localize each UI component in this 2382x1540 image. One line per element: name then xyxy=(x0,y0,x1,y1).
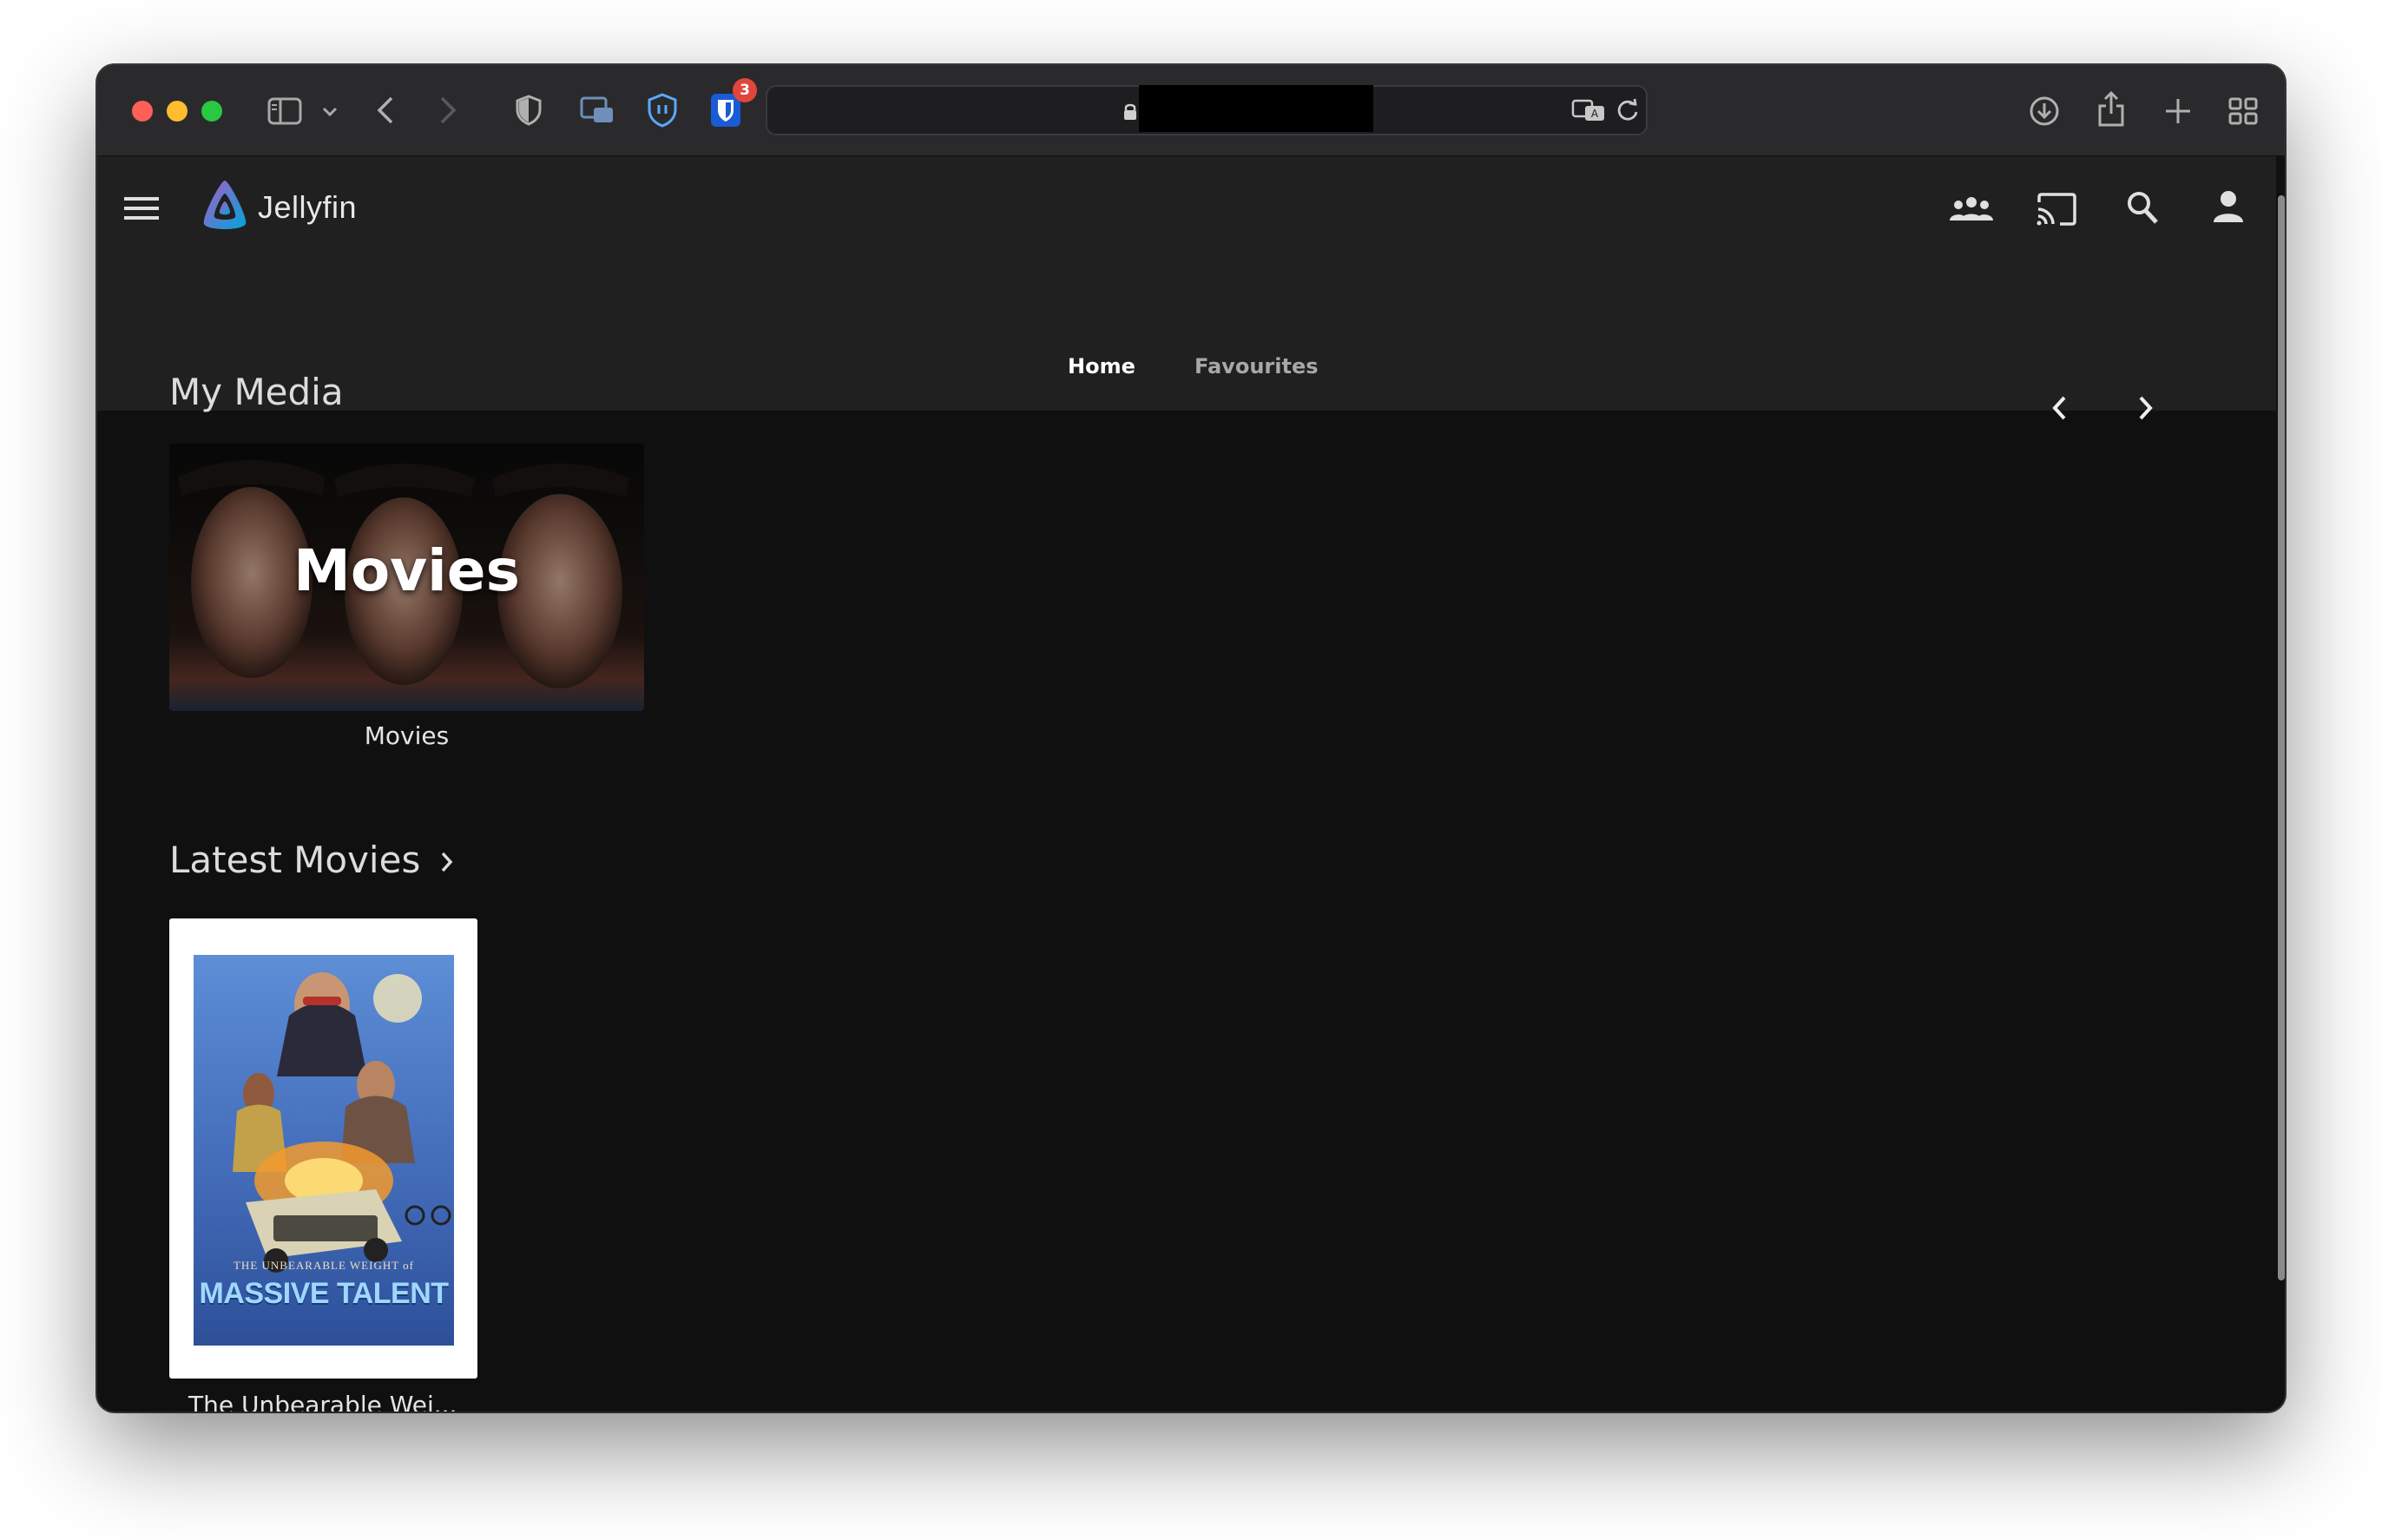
menu-icon[interactable] xyxy=(123,193,160,224)
url-text-redacted xyxy=(1139,85,1373,132)
close-window-button[interactable] xyxy=(132,101,153,122)
picture-in-picture-icon[interactable] xyxy=(580,95,615,126)
sidebar-toggle-icon[interactable] xyxy=(267,96,302,126)
browser-toolbar: 3 A xyxy=(97,65,2285,157)
chevron-right-icon[interactable] xyxy=(2135,393,2156,423)
tab-home[interactable]: Home xyxy=(1068,354,1135,378)
vpn-shield-icon[interactable] xyxy=(646,93,679,128)
reload-icon[interactable] xyxy=(1615,97,1641,123)
chevron-left-icon[interactable] xyxy=(2049,393,2069,423)
address-bar[interactable]: A xyxy=(766,85,1648,135)
page-scrollbar[interactable] xyxy=(2278,195,2285,1280)
tab-favourites[interactable]: Favourites xyxy=(1194,354,1319,378)
library-card-overlay-title: Movies xyxy=(293,537,520,604)
search-icon[interactable] xyxy=(2125,189,2160,226)
share-icon[interactable] xyxy=(2096,89,2127,128)
zoom-window-button[interactable] xyxy=(201,101,222,122)
tab-overview-icon[interactable] xyxy=(2227,96,2259,126)
movie-card-caption[interactable]: The Unbearable Wei... xyxy=(188,1391,457,1412)
movie-poster-image: THE UNBEARABLE WEIGHT of MASSIVE TALENT xyxy=(194,955,454,1346)
minimize-window-button[interactable] xyxy=(167,101,188,122)
new-tab-icon[interactable] xyxy=(2163,96,2193,126)
translate-icon[interactable]: A xyxy=(1571,97,1606,123)
svg-text:A: A xyxy=(1591,108,1599,120)
chevron-right-icon[interactable] xyxy=(439,850,458,876)
back-icon[interactable] xyxy=(373,95,398,126)
library-card-caption[interactable]: Movies xyxy=(169,721,644,750)
forward-icon[interactable] xyxy=(436,95,460,126)
extension-badge: 3 xyxy=(733,78,757,102)
lock-icon xyxy=(1122,101,1139,122)
latest-movies-heading-text[interactable]: Latest Movies xyxy=(169,839,420,881)
app-header: Jellyfin Home Favourites xyxy=(97,156,2276,411)
user-icon[interactable] xyxy=(2212,189,2245,224)
users-icon[interactable] xyxy=(1948,193,1995,224)
brand-name[interactable]: Jellyfin xyxy=(258,189,357,226)
privacy-shield-icon[interactable] xyxy=(514,93,543,128)
my-media-heading: My Media xyxy=(169,371,344,413)
latest-movies-heading[interactable]: Latest Movies xyxy=(169,839,458,881)
cast-icon[interactable] xyxy=(2035,191,2078,227)
browser-window: 3 A Jellyfin Home Favourites My Media Mo… xyxy=(97,65,2285,1412)
poster-title: MASSIVE TALENT xyxy=(199,1277,449,1310)
downloads-icon[interactable] xyxy=(2028,95,2061,128)
jellyfin-logo-icon[interactable] xyxy=(198,177,252,233)
poster-subtitle: THE UNBEARABLE WEIGHT of xyxy=(233,1259,415,1272)
chevron-down-icon[interactable] xyxy=(319,103,340,121)
movie-card[interactable]: THE UNBEARABLE WEIGHT of MASSIVE TALENT xyxy=(169,918,477,1379)
library-card-movies[interactable]: Movies xyxy=(169,444,644,711)
